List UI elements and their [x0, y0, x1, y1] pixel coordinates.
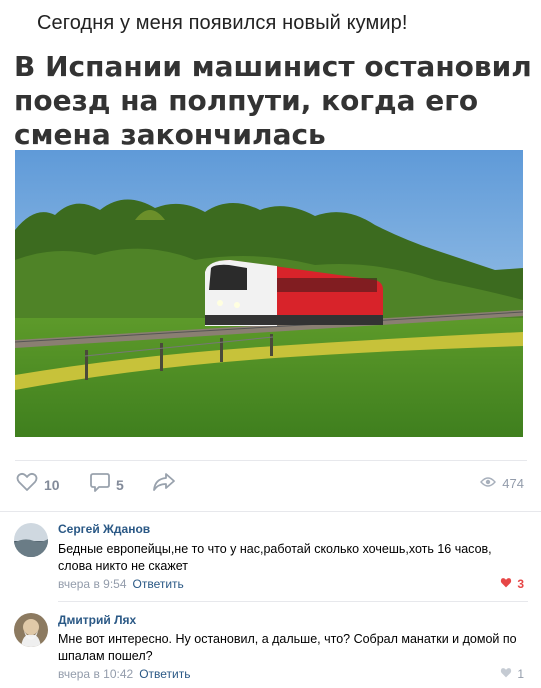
heart-icon — [500, 667, 512, 681]
post-headline: В Испании машинист остановил поезд на по… — [14, 50, 532, 151]
divider — [0, 511, 541, 512]
heart-icon — [16, 472, 38, 497]
like-count: 10 — [44, 476, 60, 493]
train-photo-illustration — [15, 150, 523, 437]
comment-like-button[interactable]: 1 — [500, 667, 524, 681]
eye-icon — [480, 476, 497, 491]
reply-button[interactable]: Ответить — [139, 667, 190, 681]
comment-time[interactable]: вчера в 9:54 — [58, 577, 127, 591]
comment-author[interactable]: Дмитрий Лях — [58, 613, 136, 627]
comment-like-count: 3 — [517, 577, 524, 591]
comment-button[interactable]: 5 — [90, 472, 124, 497]
heart-icon — [500, 577, 512, 591]
comment-count: 5 — [116, 476, 124, 493]
post-actions-bar: 10 5 474 — [0, 472, 541, 502]
comment-time[interactable]: вчера в 10:42 — [58, 667, 133, 681]
share-icon — [152, 472, 176, 497]
views-count: 474 — [502, 476, 524, 491]
avatar[interactable] — [14, 523, 48, 557]
comment-text: Мне вот интересно. Ну остановил, а дальш… — [58, 632, 517, 663]
reply-button[interactable]: Ответить — [133, 577, 184, 591]
post-photo[interactable] — [15, 150, 523, 437]
share-button[interactable] — [152, 472, 176, 497]
comment-meta: вчера в 9:54 Ответить — [58, 577, 184, 591]
comment-icon — [90, 472, 110, 497]
comment-like-button[interactable]: 3 — [500, 577, 524, 591]
avatar[interactable] — [14, 613, 48, 647]
post-caption: Сегодня у меня появился новый кумир! — [37, 12, 408, 34]
divider — [58, 601, 528, 602]
comment-text: Бедные европейцы,не то что у нас,работай… — [58, 542, 492, 573]
divider — [15, 460, 527, 461]
views-counter: 474 — [480, 476, 524, 491]
comment-meta: вчера в 10:42 Ответить — [58, 667, 190, 681]
like-button[interactable]: 10 — [16, 472, 60, 497]
comment-author[interactable]: Сергей Жданов — [58, 522, 150, 536]
comment-like-count: 1 — [517, 667, 524, 681]
